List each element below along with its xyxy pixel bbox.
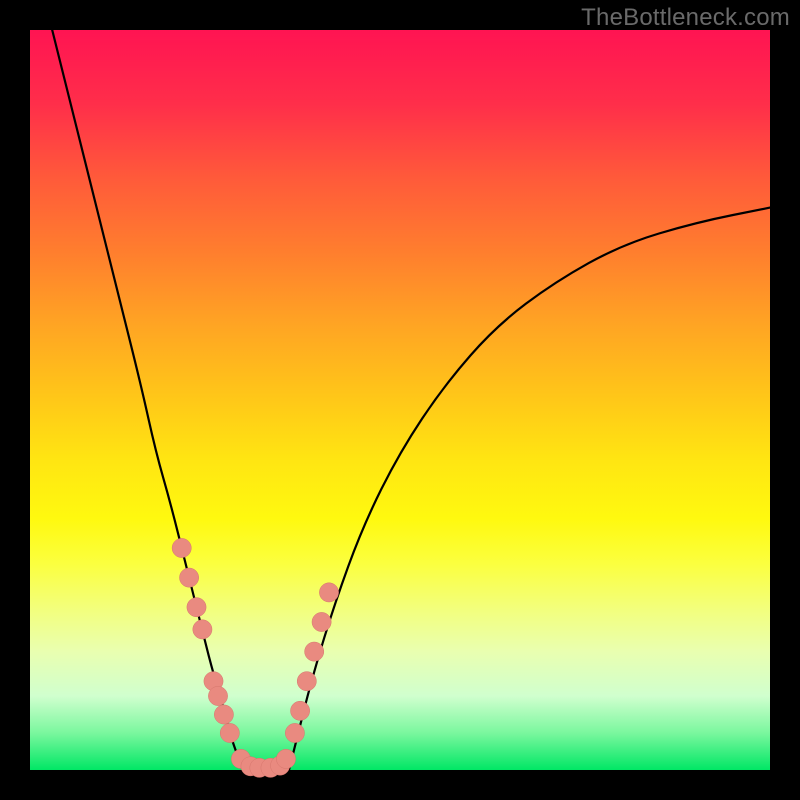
highlight-dot: [180, 568, 199, 587]
highlight-dot: [187, 598, 206, 617]
highlight-dot: [297, 672, 316, 691]
highlight-dot: [319, 583, 338, 602]
chart-frame: TheBottleneck.com: [0, 0, 800, 800]
plot-area: [30, 30, 770, 770]
highlight-dot: [172, 538, 191, 557]
highlight-dots-group: [172, 538, 339, 777]
highlight-dot: [285, 723, 304, 742]
highlight-dot: [312, 612, 331, 631]
watermark-text: TheBottleneck.com: [581, 4, 790, 32]
highlight-dot: [305, 642, 324, 661]
bottleneck-curve: [52, 30, 770, 770]
highlight-dot: [208, 686, 227, 705]
highlight-dot: [276, 749, 295, 768]
highlight-dot: [220, 723, 239, 742]
highlight-dot: [214, 705, 233, 724]
highlight-dot: [291, 701, 310, 720]
highlight-dot: [193, 620, 212, 639]
curve-svg: [30, 30, 770, 770]
